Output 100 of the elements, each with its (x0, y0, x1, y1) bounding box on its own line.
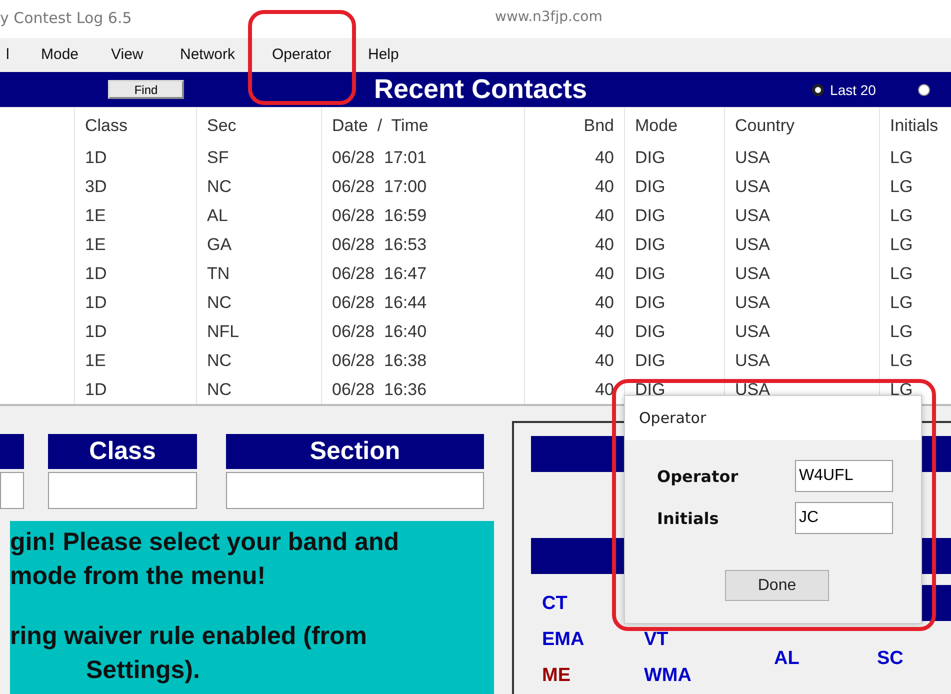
column-header[interactable]: Country (725, 108, 880, 143)
column-header[interactable]: Mode (625, 108, 725, 143)
table-cell: USA (725, 143, 880, 172)
field-header: Section (226, 434, 484, 469)
table-cell: DIG (625, 288, 725, 317)
recent-contacts-title: Recent Contacts (374, 74, 588, 105)
section-label: ME (542, 664, 572, 688)
table-cell: DIG (625, 230, 725, 259)
table-cell: DIG (625, 259, 725, 288)
table-cell: USA (725, 259, 880, 288)
table-cell: 06/28 16:53 (322, 230, 525, 259)
menu-item[interactable]: Operator (272, 46, 368, 62)
done-button[interactable]: Done (725, 570, 829, 601)
table-cell: 1E (75, 230, 197, 259)
input-field[interactable]: W4UFL (795, 460, 893, 492)
table-cell: 40 (525, 172, 625, 201)
table-cell-text: LG (889, 320, 914, 342)
window-title: y Contest Log 6.5 (0, 9, 132, 27)
table-cell: 40 (525, 346, 625, 375)
radio-label[interactable]: Last 20 (830, 82, 876, 98)
table-cell-text: LG (889, 234, 914, 256)
column-header[interactable]: Date / Time (322, 108, 525, 143)
table-cell: 40 (525, 201, 625, 230)
table-cell: USA (725, 201, 880, 230)
input-field[interactable] (0, 472, 24, 509)
table-cell: SF (197, 143, 322, 172)
table-cell-text: LG (889, 204, 914, 226)
input-field[interactable]: JC (795, 502, 893, 534)
field-header: Class (48, 434, 197, 469)
section-label: CT (542, 592, 568, 616)
dialog-title: Operator (625, 396, 921, 440)
section-label: WMA (644, 664, 692, 688)
table-cell: DIG (625, 317, 725, 346)
section-label: VT (644, 628, 670, 652)
table-cell: 06/28 16:40 (322, 317, 525, 346)
menu-item[interactable]: Mode (41, 46, 111, 62)
message-text: ring waiver rule enabled (from (10, 621, 368, 652)
column-header[interactable]: Class (75, 108, 197, 143)
table-cell: 06/28 16:36 (322, 375, 525, 404)
table-cell: USA (725, 317, 880, 346)
table-cell: DIG (625, 143, 725, 172)
table-cell: USA (725, 230, 880, 259)
menu-item[interactable]: Network (180, 46, 272, 62)
table-cell: 3D (75, 172, 197, 201)
table-cell: 1E (75, 346, 197, 375)
message-text: gin! Please select your band and (10, 527, 400, 558)
table-cell: 06/28 16:38 (322, 346, 525, 375)
table-cell: 06/28 16:44 (322, 288, 525, 317)
menu-item[interactable]: Help (368, 46, 399, 62)
table-cell: 1D (75, 288, 197, 317)
field-header (0, 434, 24, 469)
column-header[interactable]: Sec (197, 108, 322, 143)
table-cell: GA (197, 230, 322, 259)
input-field[interactable] (48, 472, 197, 509)
table-cell: 1E (75, 201, 197, 230)
menu-item[interactable]: View (111, 46, 180, 62)
table-cell: 40 (525, 230, 625, 259)
table-cell: 40 (525, 317, 625, 346)
table-cell: NC (197, 288, 322, 317)
menu-item[interactable]: l (6, 46, 41, 62)
table-cell: DIG (625, 172, 725, 201)
section-label: SC (877, 647, 904, 671)
field-label: Operator (657, 466, 740, 486)
table-cell: NFL (197, 317, 322, 346)
table-cell: 06/28 17:01 (322, 143, 525, 172)
table-cell: TN (197, 259, 322, 288)
table-cell: 1D (75, 259, 197, 288)
table-cell-text: LG (889, 146, 914, 168)
radio-button[interactable] (918, 84, 930, 96)
message-text: Settings). (85, 655, 201, 686)
table-cell: NC (197, 375, 322, 404)
table-cell: AL (197, 201, 322, 230)
column-header[interactable]: Initials (880, 108, 951, 143)
table-cell: USA (725, 346, 880, 375)
table-cell: USA (725, 288, 880, 317)
field-label: Initials (657, 508, 720, 528)
table-cell-text: LG (889, 262, 914, 284)
table-cell: 06/28 16:59 (322, 201, 525, 230)
column-header[interactable]: Bnd (525, 108, 625, 143)
table-cell-text: LG (889, 350, 914, 372)
table-cell: 1D (75, 375, 197, 404)
message-text: mode from the menu! (10, 561, 267, 592)
table-cell: 40 (525, 288, 625, 317)
table-cell: 40 (525, 143, 625, 172)
window-url: www.n3fjp.com (495, 9, 602, 25)
find-button[interactable]: Find (108, 80, 184, 99)
table-cell: NC (197, 172, 322, 201)
table-cell: DIG (625, 201, 725, 230)
table-cell: 1D (75, 317, 197, 346)
section-label: EMA (542, 628, 586, 652)
table-cell: 40 (525, 259, 625, 288)
input-field[interactable] (226, 472, 484, 509)
table-cell: USA (725, 172, 880, 201)
table-cell: 1D (75, 143, 197, 172)
table-cell: 06/28 16:47 (322, 259, 525, 288)
section-label: AL (774, 647, 800, 671)
table-cell: NC (197, 346, 322, 375)
table-cell-text: LG (889, 176, 914, 198)
table-cell-text: LG (889, 292, 914, 314)
radio-button[interactable] (812, 84, 824, 96)
